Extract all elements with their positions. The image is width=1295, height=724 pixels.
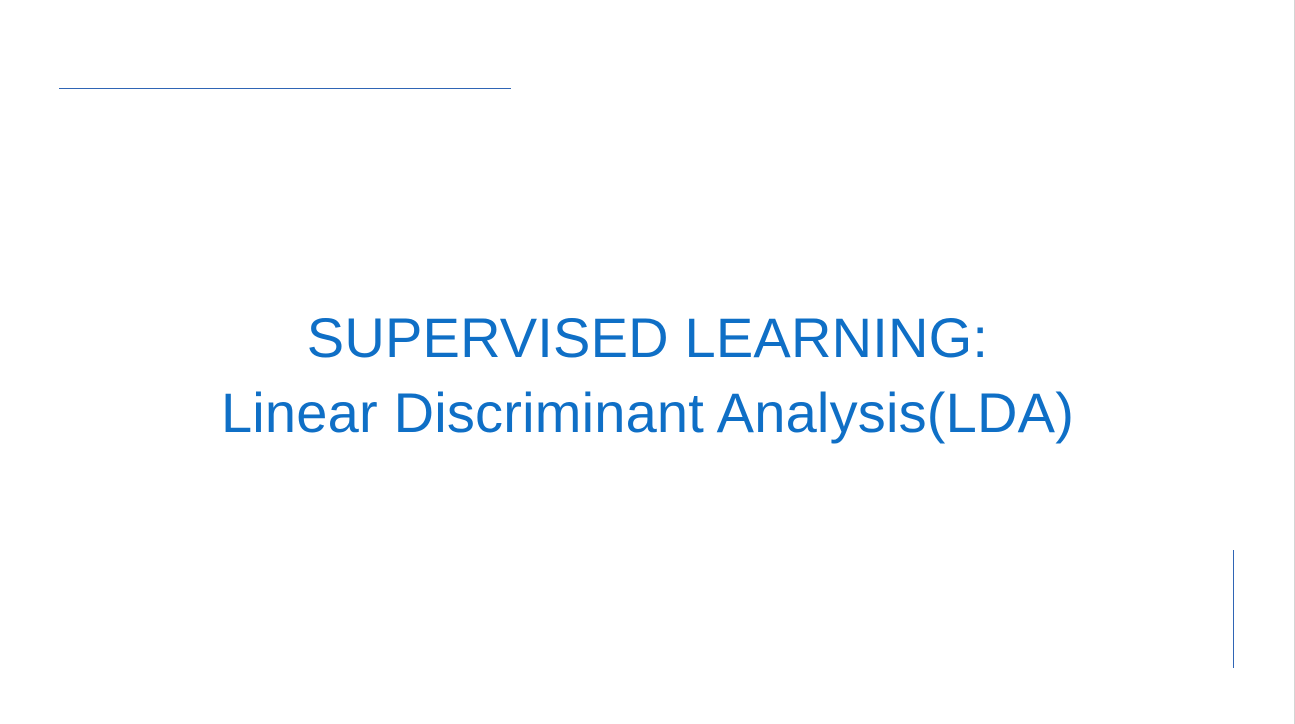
slide-title: SUPERVISED LEARNING: Linear Discriminant…: [0, 300, 1295, 450]
title-line-1: SUPERVISED LEARNING:: [306, 306, 989, 369]
title-line-2: Linear Discriminant Analysis(LDA): [220, 381, 1075, 444]
slide-canvas: SUPERVISED LEARNING: Linear Discriminant…: [0, 0, 1295, 724]
top-accent-rule: [59, 88, 511, 89]
side-accent-rule: [1233, 550, 1234, 668]
